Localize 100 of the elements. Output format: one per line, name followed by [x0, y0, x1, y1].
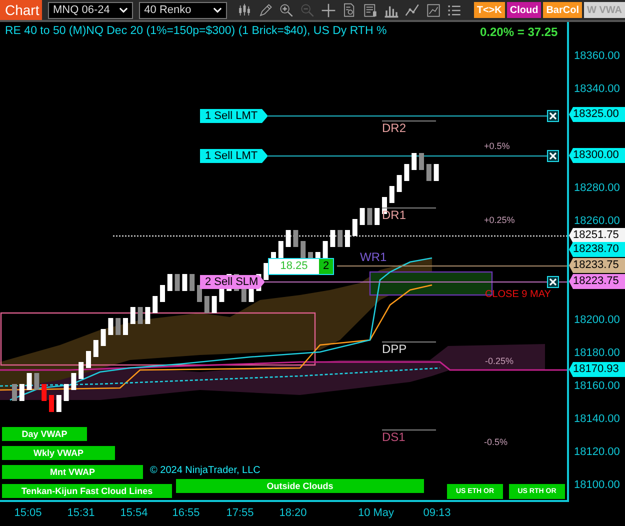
renko-brick [360, 208, 365, 225]
price-marker: 18170.93 [569, 362, 625, 377]
renko-brick [93, 340, 98, 357]
renko-brick [345, 230, 350, 247]
indicator-toggle-button[interactable]: BarCol [543, 2, 582, 18]
renko-brick [338, 230, 343, 247]
time-label: 15:05 [13, 507, 43, 519]
time-label: 18:20 [278, 507, 308, 519]
renko-brick [419, 153, 424, 170]
percent-label: -0.25% [485, 356, 514, 366]
document-search-icon[interactable] [342, 2, 357, 18]
indicator-button[interactable]: Tenkan-Kijun Fast Cloud Lines [2, 484, 172, 498]
renko-brick [278, 241, 284, 258]
renko-brick [330, 230, 336, 247]
renko-brick [374, 208, 380, 225]
close-icon[interactable] [547, 150, 559, 162]
position-price: 18.25 [269, 259, 319, 274]
template-icon[interactable] [426, 2, 441, 18]
dropdown[interactable]: 40 Renko [139, 2, 227, 18]
indicator-button[interactable]: Day VWAP [2, 427, 87, 441]
session-label: CLOSE 9 MAY [485, 289, 551, 300]
time-label: 17:55 [225, 507, 255, 519]
time-label: 16:55 [171, 507, 201, 519]
renko-brick [49, 395, 54, 412]
price-tick-label: 18180.00 [574, 347, 620, 359]
renko-brick [100, 329, 106, 346]
indicator-button[interactable]: Mnt VWAP [2, 465, 143, 479]
price-tick-label: 18120.00 [574, 446, 620, 458]
change-readout: 0.20% = 37.25 [480, 25, 558, 39]
renko-brick [404, 164, 410, 181]
price-marker: 18300.00 [569, 148, 625, 163]
percent-label: -0.5% [484, 437, 508, 447]
indicator-toggle-button[interactable]: Cloud [506, 2, 542, 18]
properties-icon[interactable] [362, 2, 378, 18]
price-tick-label: 18360.00 [574, 50, 620, 62]
order-flag[interactable]: 1 Sell LMT [200, 109, 268, 123]
order-flag[interactable]: 2 Sell SLM [200, 275, 265, 289]
renko-brick [286, 230, 291, 247]
close-icon[interactable] [547, 276, 559, 288]
pivot-line [382, 120, 436, 122]
renko-brick [322, 241, 328, 258]
crosshair-icon[interactable] [320, 2, 336, 18]
renko-brick [145, 307, 150, 324]
list-icon[interactable] [446, 2, 462, 18]
time-label: 09:13 [422, 507, 452, 519]
price-tick-label: 18200.00 [574, 314, 620, 326]
pivot-label: DPP [382, 342, 407, 356]
renko-brick [108, 318, 114, 335]
renko-brick [167, 274, 172, 291]
percent-label: +0.25% [484, 215, 515, 225]
price-tick-label: 18260.00 [574, 215, 620, 227]
renko-brick [426, 164, 432, 181]
renko-brick [264, 263, 269, 280]
renko-brick [174, 274, 180, 291]
renko-brick [182, 274, 188, 291]
indicator-toggle-button[interactable]: T<>K [474, 2, 505, 18]
renko-brick [352, 219, 358, 236]
indicator-button[interactable]: Wkly VWAP [2, 446, 115, 460]
renko-brick [19, 384, 24, 401]
zoom-in-icon[interactable] [278, 2, 294, 18]
renko-brick [396, 175, 402, 192]
pivot-label: DR2 [382, 121, 406, 135]
renko-brick [130, 307, 136, 324]
price-marker: 18325.00 [569, 107, 625, 122]
price-tick-label: 18140.00 [574, 413, 620, 425]
renko-brick [78, 362, 84, 379]
price-marker: 18238.70 [569, 242, 625, 257]
dropdown[interactable]: MNQ 06-24 [48, 2, 134, 18]
chart-header: RE 40 to 50 (M)NQ Dec 20 (1%=150p=$300) (1 Brick=$40), US Dy RTH % [5, 25, 387, 37]
order-flag[interactable]: 1 Sell LMT [200, 149, 268, 163]
renko-brick [434, 164, 439, 181]
price-tick-label: 18340.00 [574, 83, 620, 95]
renko-brick [152, 296, 158, 313]
caret-icon [119, 7, 128, 13]
renko-brick [26, 373, 32, 390]
renko-brick [123, 318, 128, 335]
renko-brick [412, 153, 417, 170]
renko-brick [197, 285, 202, 302]
indicator-button[interactable]: Outside Clouds [176, 479, 424, 493]
copyright-text: © 2024 NinjaTrader, LLC [150, 465, 260, 476]
candlestick-icon[interactable] [236, 2, 252, 18]
price-marker: 18233.75 [569, 258, 625, 273]
price-tick-label: 18280.00 [574, 182, 620, 194]
chart-title: Chart [0, 0, 42, 20]
line-chart-icon[interactable] [404, 2, 420, 18]
indicator-toggle-button[interactable]: W VWA [584, 2, 625, 18]
position-quantity: 2 [319, 259, 333, 274]
renko-brick [367, 208, 372, 225]
close-icon[interactable] [547, 110, 559, 122]
time-label: 15:54 [119, 507, 149, 519]
pencil-icon[interactable] [258, 2, 273, 18]
renko-brick [42, 384, 47, 401]
pivot-label: WR1 [360, 250, 387, 264]
pivot-label: DS1 [382, 430, 406, 444]
time-label: 15:31 [66, 507, 96, 519]
renko-brick [34, 373, 40, 390]
price-tick-label: 18160.00 [574, 380, 620, 392]
renko-brick [190, 274, 195, 291]
caret-icon [212, 7, 222, 13]
renko-brick [212, 296, 217, 313]
